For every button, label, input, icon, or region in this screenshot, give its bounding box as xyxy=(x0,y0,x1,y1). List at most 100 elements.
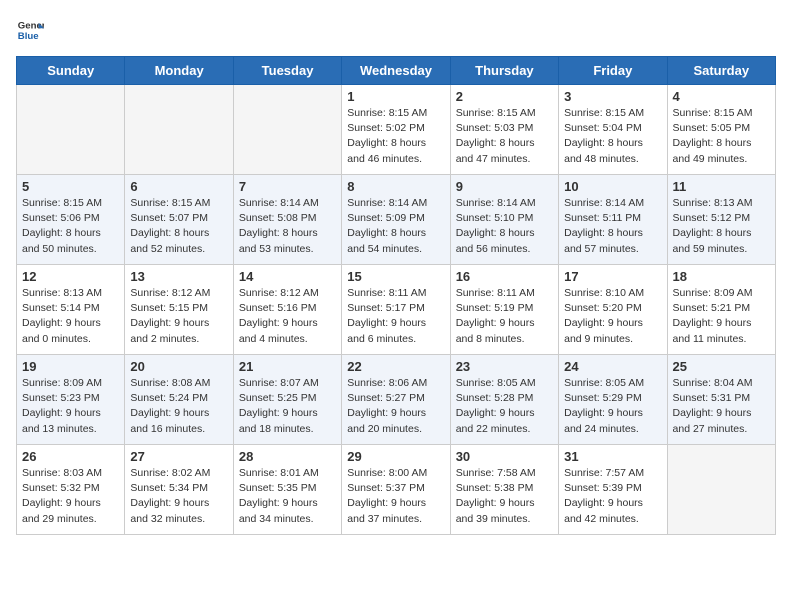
day-number: 7 xyxy=(239,179,336,194)
calendar-cell: 10Sunrise: 8:14 AM Sunset: 5:11 PM Dayli… xyxy=(559,175,667,265)
weekday-saturday: Saturday xyxy=(667,57,775,85)
weekday-monday: Monday xyxy=(125,57,233,85)
weekday-thursday: Thursday xyxy=(450,57,558,85)
day-number: 23 xyxy=(456,359,553,374)
day-info: Sunrise: 8:00 AM Sunset: 5:37 PM Dayligh… xyxy=(347,466,444,527)
day-number: 10 xyxy=(564,179,661,194)
day-info: Sunrise: 8:08 AM Sunset: 5:24 PM Dayligh… xyxy=(130,376,227,437)
calendar-cell: 29 Sunrise: 8:00 AM Sunset: 5:37 PM Dayli… xyxy=(342,445,450,535)
day-info: Sunrise: 8:11 AM Sunset: 5:17 PM Dayligh… xyxy=(347,286,444,347)
calendar-cell: 2 Sunrise: 8:15 AM Sunset: 5:03 PM Daylig… xyxy=(450,85,558,175)
calendar-header: SundayMondayTuesdayWednesdayThursdayFrid… xyxy=(17,57,776,85)
day-number: 25 xyxy=(673,359,770,374)
calendar-cell: 5 Sunrise: 8:15 AM Sunset: 5:06 PM Daylig… xyxy=(17,175,125,265)
day-number: 19 xyxy=(22,359,119,374)
calendar-body: 1 Sunrise: 8:15 AM Sunset: 5:02 PM Daylig… xyxy=(17,85,776,535)
day-info: Sunrise: 8:06 AM Sunset: 5:27 PM Dayligh… xyxy=(347,376,444,437)
calendar-cell: 21 Sunrise: 8:07 AM Sunset: 5:25 PM Dayli… xyxy=(233,355,341,445)
calendar-week-row: 12 Sunrise: 8:13 AM Sunset: 5:14 PM Dayli… xyxy=(17,265,776,355)
day-info: Sunrise: 8:15 AM Sunset: 5:03 PM Dayligh… xyxy=(456,106,553,167)
calendar-cell: 4 Sunrise: 8:15 AM Sunset: 5:05 PM Daylig… xyxy=(667,85,775,175)
calendar-week-row: 1 Sunrise: 8:15 AM Sunset: 5:02 PM Daylig… xyxy=(17,85,776,175)
day-number: 9 xyxy=(456,179,553,194)
calendar-cell: 18Sunrise: 8:09 AM Sunset: 5:21 PM Dayli… xyxy=(667,265,775,355)
day-number: 5 xyxy=(22,179,119,194)
day-number: 24 xyxy=(564,359,661,374)
day-info: Sunrise: 8:13 AM Sunset: 5:14 PM Dayligh… xyxy=(22,286,119,347)
weekday-sunday: Sunday xyxy=(17,57,125,85)
logo: General Blue xyxy=(16,16,48,44)
calendar-cell: 30 Sunrise: 7:58 AM Sunset: 5:38 PM Dayli… xyxy=(450,445,558,535)
calendar-week-row: 5 Sunrise: 8:15 AM Sunset: 5:06 PM Daylig… xyxy=(17,175,776,265)
day-info: Sunrise: 8:15 AM Sunset: 5:06 PM Dayligh… xyxy=(22,196,119,257)
day-info: Sunrise: 8:14 AM Sunset: 5:09 PM Dayligh… xyxy=(347,196,444,257)
calendar-cell: 31Sunrise: 7:57 AM Sunset: 5:39 PM Dayli… xyxy=(559,445,667,535)
day-number: 12 xyxy=(22,269,119,284)
day-number: 6 xyxy=(130,179,227,194)
day-number: 28 xyxy=(239,449,336,464)
day-number: 21 xyxy=(239,359,336,374)
day-number: 31 xyxy=(564,449,661,464)
day-number: 27 xyxy=(130,449,227,464)
calendar-cell xyxy=(17,85,125,175)
day-info: Sunrise: 8:14 AM Sunset: 5:08 PM Dayligh… xyxy=(239,196,336,257)
calendar-cell: 15 Sunrise: 8:11 AM Sunset: 5:17 PM Dayli… xyxy=(342,265,450,355)
calendar-cell: 16 Sunrise: 8:11 AM Sunset: 5:19 PM Dayli… xyxy=(450,265,558,355)
weekday-wednesday: Wednesday xyxy=(342,57,450,85)
day-info: Sunrise: 8:03 AM Sunset: 5:32 PM Dayligh… xyxy=(22,466,119,527)
day-info: Sunrise: 8:15 AM Sunset: 5:05 PM Dayligh… xyxy=(673,106,770,167)
calendar-cell: 6 Sunrise: 8:15 AM Sunset: 5:07 PM Daylig… xyxy=(125,175,233,265)
calendar-cell: 28 Sunrise: 8:01 AM Sunset: 5:35 PM Dayli… xyxy=(233,445,341,535)
day-info: Sunrise: 8:04 AM Sunset: 5:31 PM Dayligh… xyxy=(673,376,770,437)
day-info: Sunrise: 8:05 AM Sunset: 5:29 PM Dayligh… xyxy=(564,376,661,437)
day-number: 16 xyxy=(456,269,553,284)
calendar-cell: 3 Sunrise: 8:15 AM Sunset: 5:04 PM Daylig… xyxy=(559,85,667,175)
day-number: 1 xyxy=(347,89,444,104)
logo-icon: General Blue xyxy=(16,16,44,44)
weekday-friday: Friday xyxy=(559,57,667,85)
day-info: Sunrise: 8:09 AM Sunset: 5:21 PM Dayligh… xyxy=(673,286,770,347)
day-number: 2 xyxy=(456,89,553,104)
calendar-cell: 17 Sunrise: 8:10 AM Sunset: 5:20 PM Dayli… xyxy=(559,265,667,355)
day-info: Sunrise: 8:15 AM Sunset: 5:07 PM Dayligh… xyxy=(130,196,227,257)
day-number: 30 xyxy=(456,449,553,464)
day-number: 11 xyxy=(673,179,770,194)
weekday-header-row: SundayMondayTuesdayWednesdayThursdayFrid… xyxy=(17,57,776,85)
calendar-cell: 19Sunrise: 8:09 AM Sunset: 5:23 PM Dayli… xyxy=(17,355,125,445)
day-info: Sunrise: 8:13 AM Sunset: 5:12 PM Dayligh… xyxy=(673,196,770,257)
calendar-cell: 7 Sunrise: 8:14 AM Sunset: 5:08 PM Daylig… xyxy=(233,175,341,265)
day-info: Sunrise: 7:58 AM Sunset: 5:38 PM Dayligh… xyxy=(456,466,553,527)
day-number: 4 xyxy=(673,89,770,104)
svg-text:Blue: Blue xyxy=(18,31,39,42)
day-info: Sunrise: 8:14 AM Sunset: 5:10 PM Dayligh… xyxy=(456,196,553,257)
calendar-cell: 27 Sunrise: 8:02 AM Sunset: 5:34 PM Dayli… xyxy=(125,445,233,535)
calendar-cell: 14 Sunrise: 8:12 AM Sunset: 5:16 PM Dayli… xyxy=(233,265,341,355)
day-number: 15 xyxy=(347,269,444,284)
day-number: 26 xyxy=(22,449,119,464)
calendar-cell: 26 Sunrise: 8:03 AM Sunset: 5:32 PM Dayli… xyxy=(17,445,125,535)
day-info: Sunrise: 8:15 AM Sunset: 5:02 PM Dayligh… xyxy=(347,106,444,167)
day-number: 29 xyxy=(347,449,444,464)
calendar-week-row: 26 Sunrise: 8:03 AM Sunset: 5:32 PM Dayli… xyxy=(17,445,776,535)
calendar-cell xyxy=(667,445,775,535)
day-info: Sunrise: 8:12 AM Sunset: 5:16 PM Dayligh… xyxy=(239,286,336,347)
day-number: 20 xyxy=(130,359,227,374)
calendar-cell: 1 Sunrise: 8:15 AM Sunset: 5:02 PM Daylig… xyxy=(342,85,450,175)
day-number: 3 xyxy=(564,89,661,104)
calendar-cell: 24 Sunrise: 8:05 AM Sunset: 5:29 PM Dayli… xyxy=(559,355,667,445)
day-number: 13 xyxy=(130,269,227,284)
day-number: 14 xyxy=(239,269,336,284)
day-info: Sunrise: 8:15 AM Sunset: 5:04 PM Dayligh… xyxy=(564,106,661,167)
day-info: Sunrise: 8:10 AM Sunset: 5:20 PM Dayligh… xyxy=(564,286,661,347)
day-info: Sunrise: 8:11 AM Sunset: 5:19 PM Dayligh… xyxy=(456,286,553,347)
calendar-cell: 12 Sunrise: 8:13 AM Sunset: 5:14 PM Dayli… xyxy=(17,265,125,355)
day-number: 17 xyxy=(564,269,661,284)
day-info: Sunrise: 8:05 AM Sunset: 5:28 PM Dayligh… xyxy=(456,376,553,437)
day-info: Sunrise: 8:12 AM Sunset: 5:15 PM Dayligh… xyxy=(130,286,227,347)
day-info: Sunrise: 8:01 AM Sunset: 5:35 PM Dayligh… xyxy=(239,466,336,527)
calendar-cell: 13 Sunrise: 8:12 AM Sunset: 5:15 PM Dayli… xyxy=(125,265,233,355)
day-info: Sunrise: 8:07 AM Sunset: 5:25 PM Dayligh… xyxy=(239,376,336,437)
calendar-cell xyxy=(233,85,341,175)
day-info: Sunrise: 8:02 AM Sunset: 5:34 PM Dayligh… xyxy=(130,466,227,527)
calendar-cell xyxy=(125,85,233,175)
